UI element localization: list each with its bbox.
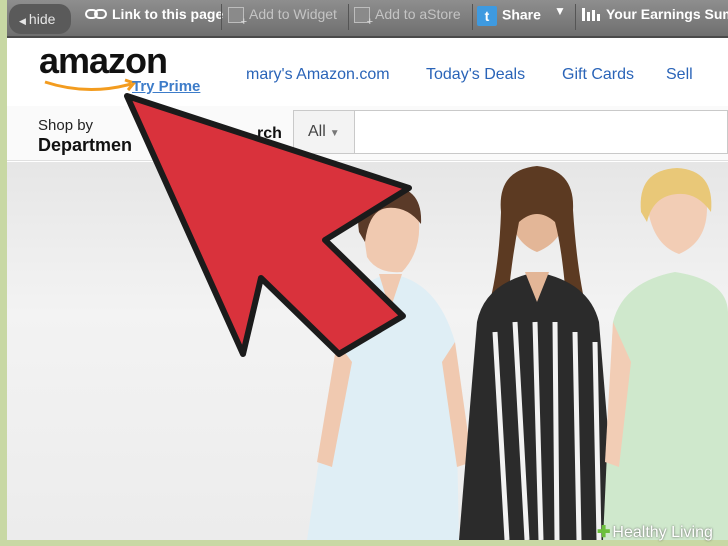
browser-page: ◀hide Link to this page Add to Widget Ad… xyxy=(7,0,728,540)
healthy-living-watermark: ✚ Healthy Living xyxy=(597,522,713,546)
red-arrow-icon xyxy=(124,93,412,357)
plus-leaf-icon: ✚ xyxy=(597,524,611,541)
watermark-label: Healthy Living xyxy=(612,524,713,541)
